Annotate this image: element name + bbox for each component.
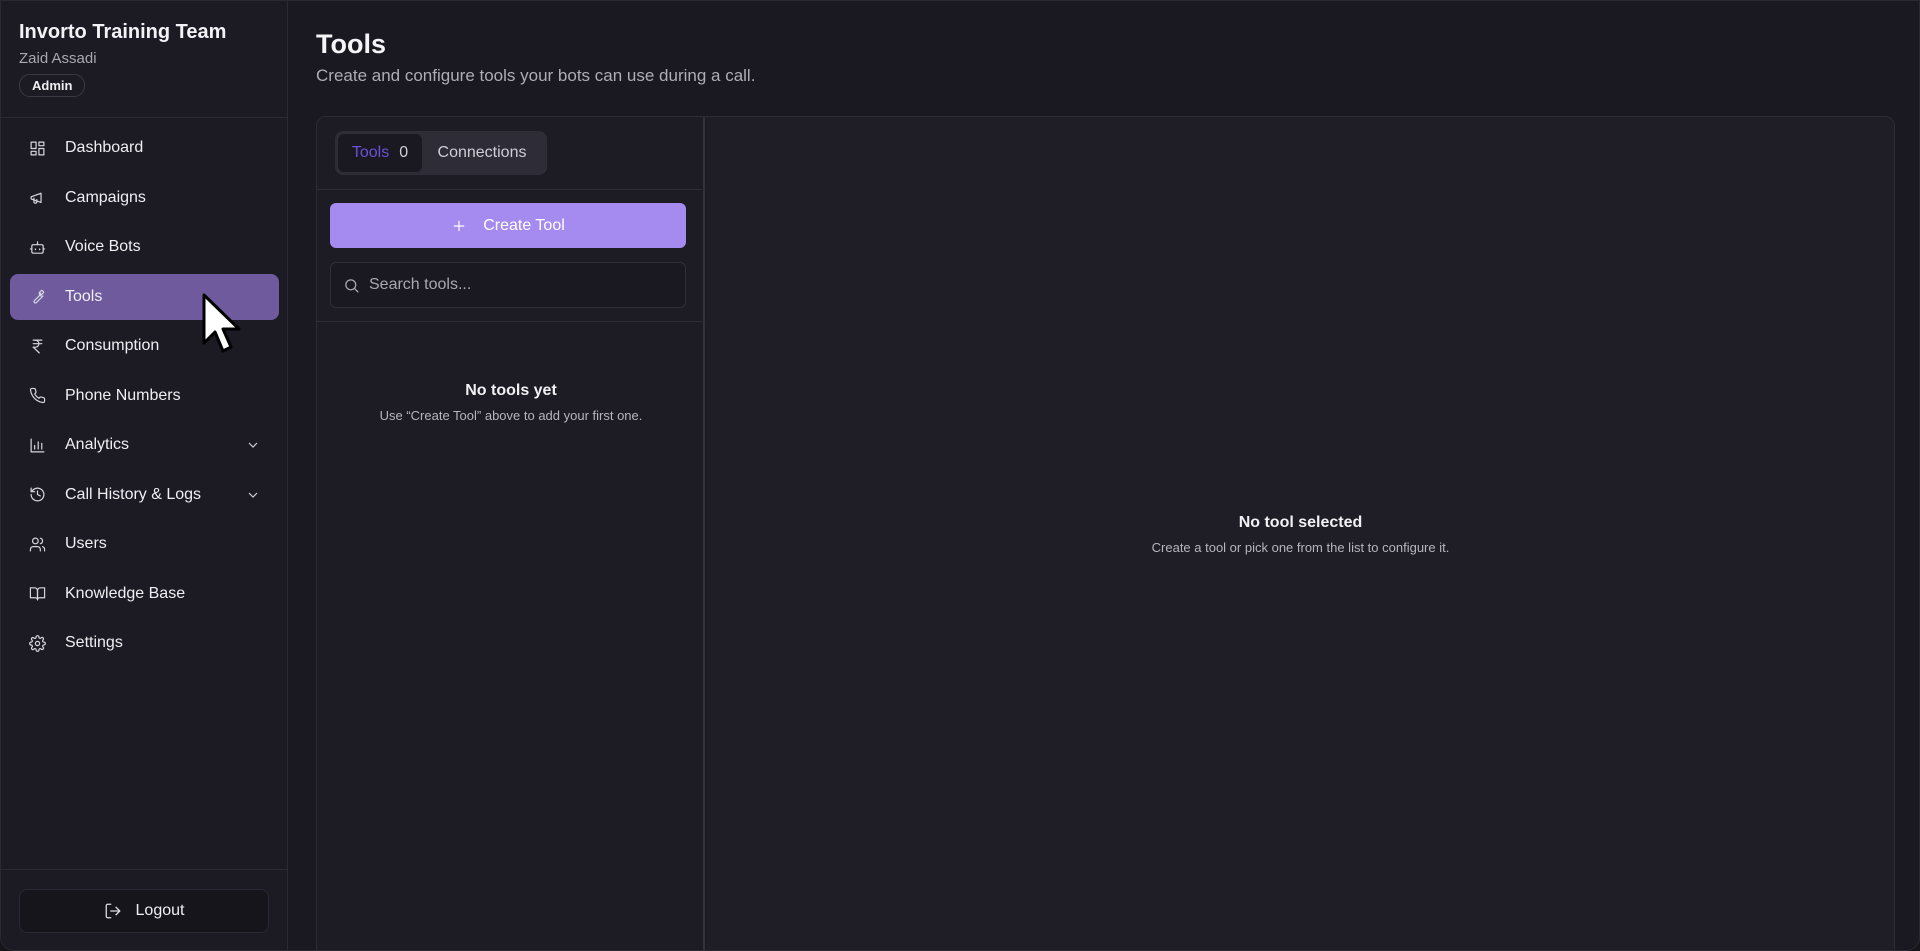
search-input[interactable] (369, 263, 685, 307)
page-subtitle: Create and configure tools your bots can… (316, 66, 756, 85)
sidebar-item-knowledge-base[interactable]: Knowledge Base (10, 571, 279, 617)
create-tool-button[interactable]: Create Tool (330, 203, 686, 248)
mouse-cursor-icon (202, 293, 241, 353)
tab-label: Tools (351, 144, 390, 161)
megaphone-icon (28, 189, 46, 207)
users-icon (28, 535, 46, 553)
bar-chart-icon (28, 436, 46, 454)
page-title: Tools (316, 29, 386, 59)
org-header: Invorto Training Team Zaid Assadi Admin (19, 21, 226, 97)
sidebar-item-label: Knowledge Base (65, 584, 186, 602)
tab-label: Connections (437, 144, 527, 161)
sidebar-item-label: Settings (65, 634, 123, 651)
tab-connections[interactable]: Connections (422, 134, 542, 172)
no-selection-description: Create a tool or pick one from the list … (1151, 540, 1450, 555)
sidebar-item-label: Consumption (65, 337, 160, 354)
logout-icon (105, 903, 120, 919)
logout-label: Logout (135, 902, 185, 919)
create-tool-label: Create Tool (483, 216, 565, 234)
sidebar-item-phone-numbers[interactable]: Phone Numbers (10, 373, 279, 419)
chevron-down-icon[interactable] (245, 487, 261, 503)
wrench-icon (28, 288, 46, 306)
sidebar-item-label: Phone Numbers (65, 386, 181, 404)
bot-icon (28, 238, 46, 256)
tool-detail-pane: No tool selected Create a tool or pick o… (707, 117, 1894, 950)
sidebar-item-label: Users (65, 535, 107, 552)
search-box (330, 262, 686, 308)
plus-icon (453, 220, 465, 231)
sidebar-item-label: Tools (65, 287, 103, 305)
sidebar-item-users[interactable]: Users (10, 521, 279, 567)
divider (317, 321, 705, 322)
divider (1, 117, 288, 118)
sidebar-item-dashboard[interactable]: Dashboard (10, 125, 279, 171)
search-icon (345, 278, 359, 293)
history-icon (28, 486, 46, 504)
empty-list-description: Use “Create Tool” above to add your firs… (379, 408, 643, 423)
rupee-icon (28, 337, 46, 355)
app-window: Invorto Training Team Zaid Assadi Admin … (0, 0, 1920, 951)
sidebar-item-label: Call History & Logs (65, 485, 202, 503)
tools-list-pane: Tools 0 Connections Create Tool No tools… (317, 117, 705, 950)
gear-icon (28, 634, 46, 652)
logout-button[interactable]: Logout (19, 889, 269, 933)
sidebar-item-voice-bots[interactable]: Voice Bots (10, 224, 279, 270)
empty-list-title: No tools yet (465, 382, 557, 399)
sidebar-nav: Dashboard Campaigns Voice Bots Tools Con… (10, 125, 279, 670)
user-name: Zaid Assadi (19, 50, 97, 67)
book-icon (28, 585, 46, 603)
sidebar-item-label: Analytics (65, 436, 130, 453)
tab-count-badge: 0 (399, 144, 409, 161)
role-badge: Admin (19, 74, 86, 97)
sidebar-item-label: Voice Bots (65, 238, 141, 255)
dashboard-icon (28, 139, 46, 157)
sidebar-item-label: Campaigns (65, 188, 146, 206)
sidebar-item-settings[interactable]: Settings (10, 620, 279, 666)
tab-tools[interactable]: Tools 0 (338, 134, 422, 172)
tab-group: Tools 0 Connections (335, 131, 547, 175)
no-selection-title: No tool selected (1238, 514, 1363, 531)
org-name: Invorto Training Team (19, 21, 227, 43)
sidebar-item-label: Dashboard (65, 139, 144, 156)
sidebar: Invorto Training Team Zaid Assadi Admin … (1, 1, 288, 950)
divider (317, 189, 705, 190)
sidebar-item-analytics[interactable]: Analytics (10, 422, 279, 468)
sidebar-item-campaigns[interactable]: Campaigns (10, 175, 279, 221)
phone-icon (28, 387, 46, 405)
chevron-down-icon[interactable] (245, 437, 261, 453)
divider (1, 869, 288, 870)
sidebar-item-call-history[interactable]: Call History & Logs (10, 472, 279, 518)
tools-panel: Tools 0 Connections Create Tool No tools… (316, 116, 1895, 950)
